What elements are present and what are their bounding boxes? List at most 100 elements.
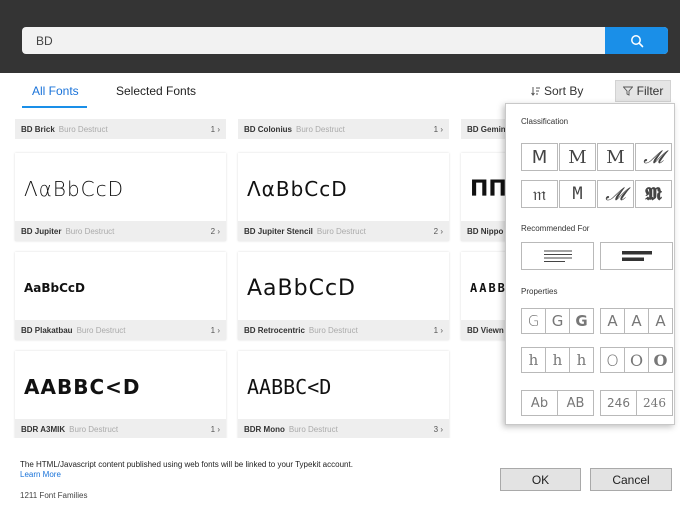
- recommended-heading[interactable]: [600, 242, 673, 270]
- foundry-name: Buro Destruct: [288, 424, 338, 434]
- foundry-name: Buro Destruct: [76, 325, 126, 335]
- font-name: BD Colonius: [244, 124, 292, 134]
- font-preview: AaBbCcD: [247, 275, 356, 301]
- search-icon: [630, 34, 643, 47]
- sort-by-button[interactable]: Sort By: [531, 84, 583, 98]
- case-standard[interactable]: Ab: [522, 391, 558, 415]
- font-tile[interactable]: AABBC<D BDR Mono Buro Destruct 3 ›: [238, 351, 449, 438]
- filter-panel: Classification M M M 𝓜 𝔪 M 𝓜 𝕸 Recommend…: [505, 103, 675, 425]
- typekit-notice: The HTML/Javascript content published us…: [20, 460, 360, 480]
- case-caps-only[interactable]: AB: [558, 391, 593, 415]
- font-preview: ΛαBbCcD: [247, 177, 348, 201]
- font-name: BD Plakatbau: [21, 325, 73, 335]
- filter-label: Filter: [636, 84, 664, 98]
- style-count: 1 ›: [433, 325, 443, 335]
- font-tile-partial[interactable]: BD Brick Buro Destruct 1 ›: [15, 119, 226, 139]
- font-tile[interactable]: ΛαBbCcD BD Jupiter Stencil Buro Destruct…: [238, 153, 449, 241]
- foundry-name: Buro Destruct: [65, 226, 115, 236]
- figures-lining[interactable]: 246: [601, 391, 637, 415]
- xheight-medium[interactable]: h: [546, 348, 570, 372]
- font-name: BD Brick: [21, 124, 55, 134]
- classification-slab-serif[interactable]: M: [597, 143, 634, 171]
- paragraph-icon: [543, 250, 572, 262]
- classification-monospaced[interactable]: M: [559, 180, 596, 208]
- font-preview: AABBC<D: [247, 375, 332, 399]
- foundry-name: Buro Destruct: [316, 226, 366, 236]
- tile-meta: BDR Mono Buro Destruct 3 ›: [238, 419, 449, 438]
- width-condensed[interactable]: A: [601, 309, 625, 333]
- font-families-count: 1211 Font Families: [20, 491, 88, 500]
- foundry-name: Buro Destruct: [69, 424, 119, 434]
- font-tile-partial[interactable]: BD Colonius Buro Destruct 1 ›: [238, 119, 449, 139]
- typekit-font-dialog: All Fonts Selected Fonts Sort By Filter …: [0, 0, 680, 506]
- contrast-high[interactable]: O: [649, 348, 672, 372]
- ok-button[interactable]: OK: [500, 468, 581, 491]
- recommended-paragraph[interactable]: [521, 242, 594, 270]
- cancel-button[interactable]: Cancel: [590, 468, 672, 491]
- style-count: 2 ›: [433, 226, 443, 236]
- tile-meta: BDR A3MIK Buro Destruct 1 ›: [15, 419, 226, 438]
- font-tile[interactable]: AaBbCcD BD Retrocentric Buro Destruct 1 …: [238, 252, 449, 340]
- style-count: 1 ›: [210, 325, 220, 335]
- foundry-name: Buro Destruct: [296, 124, 345, 134]
- classification-serif[interactable]: M: [559, 143, 596, 171]
- style-count: 1 ›: [210, 424, 220, 434]
- classification-script[interactable]: 𝓜: [635, 143, 672, 171]
- tile-meta: BD Jupiter Stencil Buro Destruct 2 ›: [238, 221, 449, 241]
- tab-selected-fonts[interactable]: Selected Fonts: [116, 84, 196, 98]
- learn-more-link[interactable]: Learn More: [20, 470, 61, 479]
- width-group: A A A: [600, 308, 673, 334]
- funnel-icon: [622, 86, 633, 96]
- tile-meta: BD Retrocentric Buro Destruct 1 ›: [238, 320, 449, 340]
- classification-sans-serif[interactable]: M: [521, 143, 558, 171]
- classification-handwritten[interactable]: 𝓜: [597, 180, 634, 208]
- figures-group: 246 246: [600, 390, 673, 416]
- tile-meta: BD Jupiter Buro Destruct 2 ›: [15, 221, 226, 241]
- font-preview: ΠΠ: [470, 176, 507, 202]
- style-count: 1 ›: [210, 124, 220, 134]
- width-wide[interactable]: A: [649, 309, 672, 333]
- tile-meta: BD Brick Buro Destruct 1 ›: [15, 119, 226, 139]
- font-preview: AABBC<D: [24, 375, 141, 399]
- search-bar: [22, 27, 668, 54]
- weight-heavy[interactable]: G: [570, 309, 593, 333]
- width-normal[interactable]: A: [625, 309, 649, 333]
- font-tile[interactable]: ΛαBbCcD BD Jupiter Buro Destruct 2 ›: [15, 153, 226, 241]
- tab-all-fonts[interactable]: All Fonts: [32, 84, 79, 98]
- foundry-name: Buro Destruct: [308, 325, 358, 335]
- contrast-low[interactable]: O: [601, 348, 625, 372]
- font-name: BDR Mono: [244, 424, 285, 434]
- classification-label: Classification: [521, 117, 569, 126]
- figures-oldstyle[interactable]: 246: [637, 391, 672, 415]
- contrast-medium[interactable]: O: [625, 348, 649, 372]
- properties-label: Properties: [521, 287, 558, 296]
- font-tile[interactable]: AaBbCcD BD Plakatbau Buro Destruct 1 ›: [15, 252, 226, 340]
- tile-meta: BD Colonius Buro Destruct 1 ›: [238, 119, 449, 139]
- sort-by-label: Sort By: [544, 84, 584, 98]
- classification-decorative[interactable]: 𝕸: [635, 180, 672, 208]
- recommended-label: Recommended For: [521, 224, 590, 233]
- font-preview: AaBbCcD: [24, 281, 86, 295]
- font-preview: AABB: [470, 281, 507, 295]
- weight-group: G G G: [521, 308, 594, 334]
- case-group: Ab AB: [521, 390, 594, 416]
- classification-blackletter[interactable]: 𝔪: [521, 180, 558, 208]
- xheight-high[interactable]: h: [570, 348, 593, 372]
- search-button[interactable]: [605, 27, 668, 54]
- contrast-group: O O O: [600, 347, 673, 373]
- weight-light[interactable]: G: [522, 309, 546, 333]
- font-tile[interactable]: AABBC<D BDR A3MIK Buro Destruct 1 ›: [15, 351, 226, 438]
- weight-regular[interactable]: G: [546, 309, 570, 333]
- header-bar: [0, 0, 680, 73]
- style-count: 3 ›: [433, 424, 443, 434]
- font-name: BD Viewn: [467, 325, 504, 335]
- search-input[interactable]: [22, 27, 605, 54]
- heading-icon: [621, 251, 652, 261]
- sort-icon: [531, 87, 540, 96]
- font-name: BD Retrocentric: [244, 325, 305, 335]
- xheight-low[interactable]: h: [522, 348, 546, 372]
- tile-meta: BD Plakatbau Buro Destruct 1 ›: [15, 320, 226, 340]
- filter-button[interactable]: Filter: [615, 80, 671, 102]
- style-count: 2 ›: [210, 226, 220, 236]
- notice-text: The HTML/Javascript content published us…: [20, 460, 353, 469]
